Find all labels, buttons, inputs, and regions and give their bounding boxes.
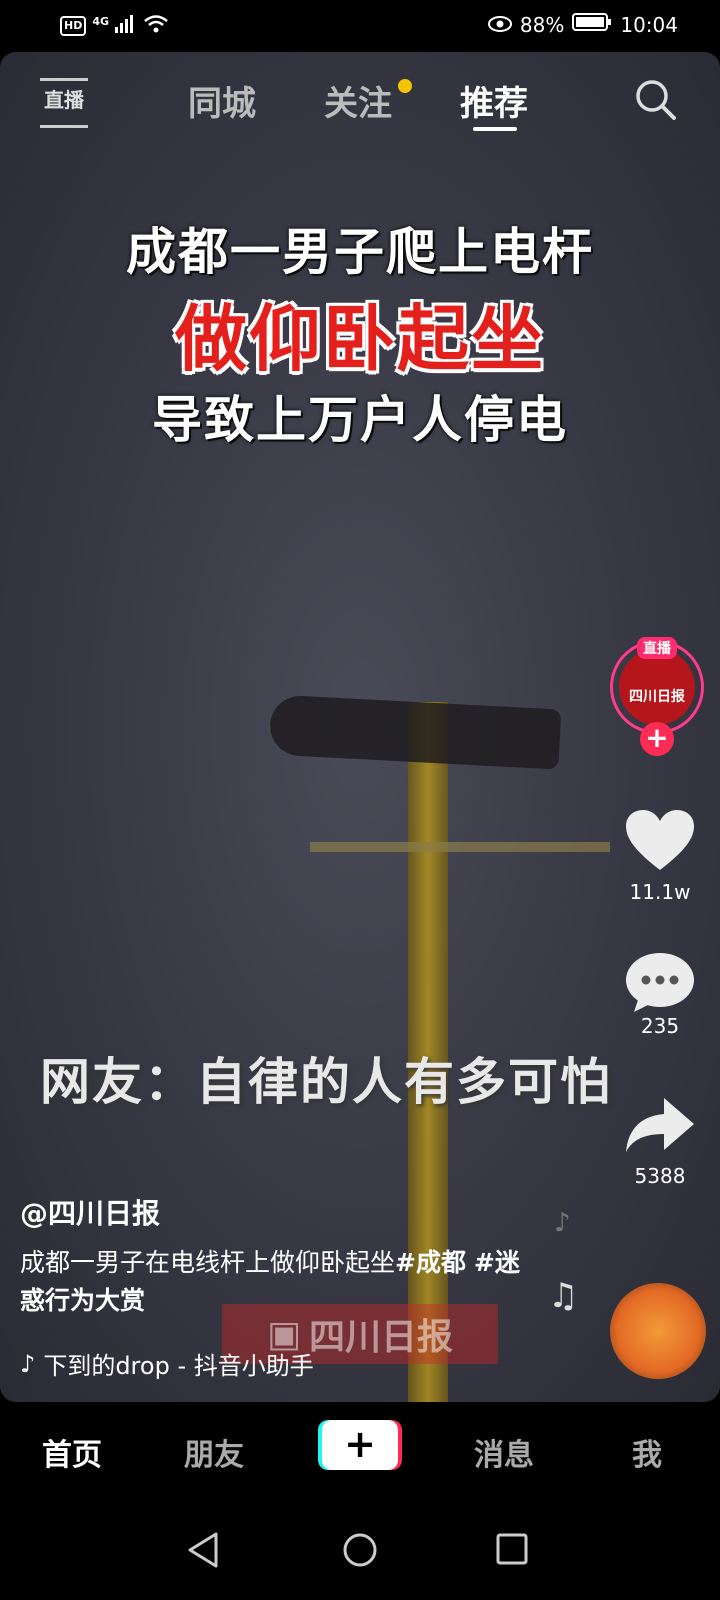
active-tab-indicator [473, 127, 517, 131]
system-nav-bar [0, 1500, 720, 1600]
battery-icon [572, 12, 612, 37]
music-disc-icon[interactable] [610, 1283, 706, 1379]
tab-me[interactable]: 我 [632, 1430, 662, 1474]
home-icon[interactable] [342, 1532, 378, 1572]
heart-icon [624, 810, 696, 876]
tab-home[interactable]: 首页 [42, 1430, 102, 1474]
follow-button[interactable]: + [640, 722, 674, 756]
signal-icon [115, 15, 137, 37]
tab-recommend[interactable]: 推荐 [460, 76, 528, 125]
tab-same-city[interactable]: 同城 [188, 76, 256, 125]
like-button[interactable]: 11.1w [620, 808, 700, 904]
bottom-tab-bar: 首页 朋友 + 消息 我 [0, 1402, 720, 1500]
avatar-live-badge: 直播 [637, 637, 677, 659]
music-info[interactable]: ♪ 下到的drop - 抖音小助手 [20, 1346, 314, 1381]
tab-following[interactable]: 关注 [324, 76, 392, 125]
following-notify-dot [398, 79, 412, 93]
comment-button[interactable]: 235 [620, 952, 700, 1038]
battery-percent: 88% [519, 12, 565, 37]
tab-messages[interactable]: 消息 [474, 1430, 534, 1474]
music-title: 下到的drop - 抖音小助手 [43, 1352, 314, 1380]
search-icon[interactable] [634, 78, 676, 122]
hashtag-chengdu[interactable]: #成都 [395, 1248, 466, 1277]
back-icon[interactable] [186, 1532, 220, 1572]
wifi-icon [143, 14, 169, 38]
video-caption-line2: 做仰卧起坐 [174, 297, 545, 381]
avatar-image: 四川日报 [619, 649, 695, 725]
create-button[interactable]: + [322, 1420, 398, 1470]
video-caption-line1: 成都一男子爬上电杆 [126, 223, 594, 281]
music-note-icon: ♪ [20, 1349, 36, 1378]
author-name[interactable]: @四川日报 [20, 1192, 160, 1232]
tab-friends[interactable]: 朋友 [184, 1430, 244, 1474]
recents-icon[interactable] [496, 1533, 528, 1569]
video-crossarm [310, 842, 610, 852]
author-avatar[interactable]: 四川日报 直播 [610, 637, 704, 734]
video-caption-line3: 导致上万户人停电 [152, 391, 568, 449]
network-label: 4G [92, 14, 110, 28]
top-nav: 直播 同城 关注 推荐 [0, 52, 720, 142]
clock: 10:04 [620, 12, 678, 37]
video-caption-line4: 网友：自律的人有多可怕 [40, 1053, 612, 1111]
description-text: 成都一男子在电线杆上做仰卧起坐 [20, 1248, 396, 1277]
live-icon[interactable]: 直播 [40, 78, 88, 128]
like-count: 11.1w [629, 880, 691, 904]
floating-note-icon-2: ♫ [548, 1276, 579, 1316]
avatar-text: 四川日报 [629, 689, 685, 705]
hd-icon: HD [60, 16, 87, 36]
share-button[interactable]: 5388 [620, 1096, 700, 1188]
share-count: 5388 [634, 1164, 686, 1188]
floating-note-icon: ♪ [554, 1208, 571, 1238]
status-bar: HD 4G 88% 10:04 [0, 0, 720, 52]
share-icon [624, 1098, 696, 1160]
post-description: 成都一男子在电线杆上做仰卧起坐#成都 #迷惑行为大赏 [20, 1244, 530, 1320]
eye-icon [487, 13, 512, 37]
video-man [268, 694, 562, 770]
